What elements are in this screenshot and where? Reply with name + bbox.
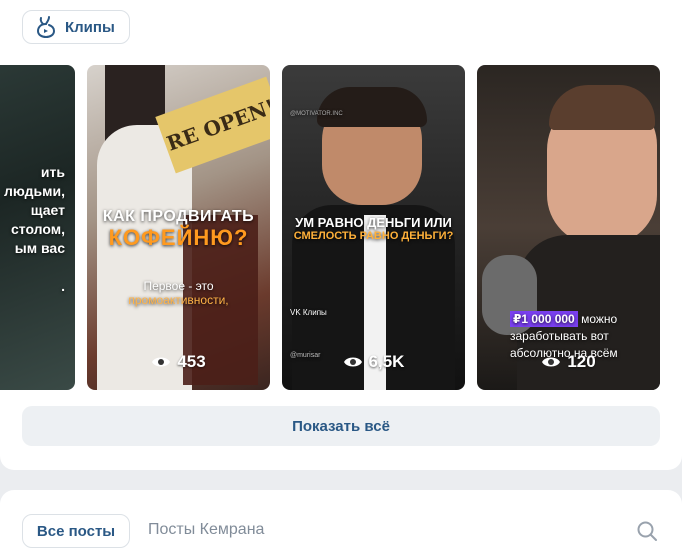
clip-card[interactable]: ить людьми, щает столом, ым вас . 30 [0,65,75,390]
clip-caption-line1: Первое - это [143,279,214,293]
clip-caption-rest: можно [577,312,618,326]
clip-overlay-text: ить людьми, щает столом, ым вас . [3,164,65,294]
eye-icon [152,357,171,367]
clip-title-line2: СМЕЛОСТЬ РАВНО ДЕНЬГИ? [293,230,454,242]
eye-icon [343,357,362,367]
clip-caption-line2: заработывать вот [510,329,609,343]
tab-owner-posts[interactable]: Посты Кемрана [148,521,264,539]
clip-caption-line1: ₽1 000 000 можно [510,311,618,327]
clip-views-count: 6,5K [368,352,405,371]
show-all-button[interactable]: Показать всё [22,406,660,446]
search-icon[interactable] [636,520,658,542]
clip-brand: VK Клипы [290,308,327,317]
clips-icon [36,16,56,39]
clip-title-line1: УМ РАВНО ДЕНЬГИ ИЛИ [295,215,452,230]
clips-header-chip[interactable]: Клипы [22,10,130,44]
clip-views: 120 [477,352,660,372]
clip-title-line1: КАК ПРОДВИГАТЬ [102,208,255,225]
clip-card[interactable]: ₽1 000 000 можно заработывать вот абсолю… [477,65,660,390]
clip-views: 453 [87,352,270,372]
clip-views-count: 453 [177,352,206,371]
clip-card[interactable]: @MOTIVATOR.INC УМ РАВНО ДЕНЬГИ ИЛИ СМЕЛО… [282,65,465,390]
clip-views-count: 120 [567,352,596,371]
clips-card: Клипы ить людьми, щает столом, ым вас . … [0,0,682,470]
clip-highlight: ₽1 000 000 [510,311,578,327]
hair-shape [317,87,427,127]
tab-all-posts[interactable]: Все посты [22,514,130,548]
clip-top-handle: @MOTIVATOR.INC [290,111,343,117]
hair-shape [549,85,655,130]
eye-icon [542,357,561,367]
clip-views: 30 [0,352,75,372]
open-sign: RE OPEN! [155,76,270,174]
clip-card[interactable]: RE OPEN! КАК ПРОДВИГАТЬ КОФЕЙНЮ? Первое … [87,65,270,390]
clip-caption-line2: промоактивности, [128,293,229,307]
clips-title: Клипы [65,18,115,36]
clip-title-line2: КОФЕЙНЮ? [108,225,249,250]
clip-views: 6,5K [282,352,465,372]
